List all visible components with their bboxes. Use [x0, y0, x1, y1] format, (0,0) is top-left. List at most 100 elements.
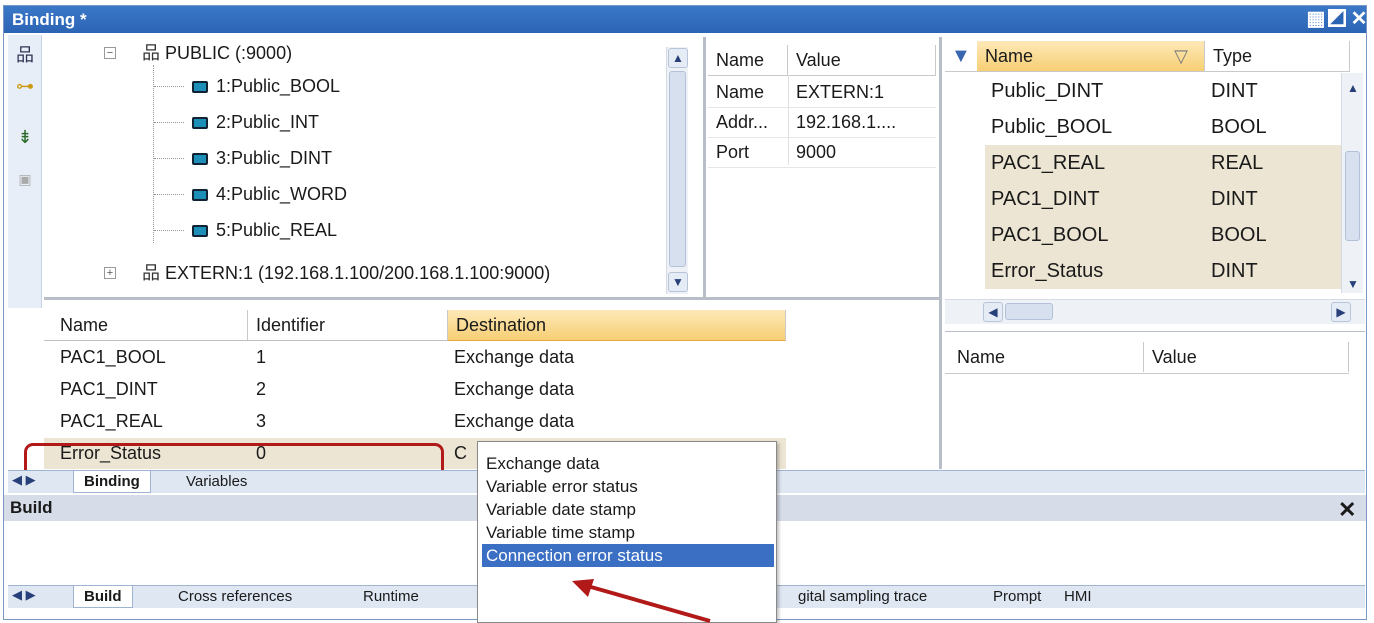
props-cell-name: Port [716, 142, 750, 162]
var-header-type[interactable]: Type [1205, 41, 1350, 71]
tab-prompt[interactable]: Prompt [983, 586, 1051, 608]
props-cell-value[interactable]: EXTERN:1 [788, 77, 936, 107]
scroll-thumb[interactable] [669, 71, 686, 267]
var-type: DINT [1205, 253, 1341, 289]
tab-sampling-trace[interactable]: gital sampling trace [788, 586, 937, 608]
var-name: Public_BOOL [991, 116, 1113, 138]
dropdown-option[interactable]: Variable date stamp [482, 498, 774, 521]
tab-nav-icon[interactable]: ◀ ▶ [12, 587, 36, 603]
scroll-down-icon[interactable]: ▼ [668, 272, 688, 292]
extern-node-label: EXTERN:1 (192.168.1.100/200.168.1.100:90… [165, 263, 551, 283]
row-name: PAC1_BOOL [60, 347, 166, 367]
tree-item[interactable]: 4:Public_WORD [192, 183, 347, 205]
nv-header-value[interactable]: Value [1144, 342, 1349, 372]
props-cell-name: Name [716, 82, 765, 102]
var-scrollbar[interactable]: ▲ ▼ [1341, 73, 1363, 293]
scroll-up-icon[interactable]: ▲ [668, 48, 688, 68]
connect-icon[interactable]: ⊶ [13, 74, 37, 98]
grid-header-name[interactable]: Name [52, 310, 248, 340]
filter-icon[interactable]: ▼ [951, 45, 971, 68]
variable-icon [192, 225, 208, 238]
sort-icon: ▽ [1174, 46, 1188, 66]
var-name: PAC1_REAL [985, 145, 1205, 181]
var-row[interactable]: Public_BOOL BOOL [985, 109, 1341, 145]
var-row[interactable]: Error_Status DINT [985, 253, 1341, 289]
tree-scrollbar[interactable]: ▲ ▼ [666, 47, 688, 294]
tab-hmi[interactable]: HMI [1054, 586, 1102, 608]
row-destination[interactable]: C [454, 438, 467, 469]
var-row[interactable]: PAC1_BOOL BOOL [985, 217, 1341, 253]
build-close-icon[interactable]: ✕ [1338, 497, 1356, 523]
scroll-down-icon[interactable]: ▼ [1343, 275, 1363, 295]
row-name: PAC1_DINT [60, 379, 158, 399]
var-type: BOOL [1205, 217, 1341, 253]
tab-build[interactable]: Build [73, 586, 133, 608]
dropdown-option[interactable]: Connection error status [482, 544, 774, 567]
annotation-arrow [572, 579, 711, 623]
scroll-left-icon[interactable]: ◀ [983, 302, 1003, 322]
tree-item[interactable]: 3:Public_DINT [192, 147, 332, 169]
network-icon: 品 [142, 43, 160, 63]
collapse-icon[interactable]: − [104, 47, 116, 59]
network-icon[interactable]: 品 [13, 43, 37, 67]
scroll-up-icon[interactable]: ▲ [1343, 79, 1363, 99]
tree-item[interactable]: 5:Public_REAL [192, 219, 337, 241]
tab-binding[interactable]: Binding [73, 471, 151, 493]
tab-runtime[interactable]: Runtime [353, 586, 429, 608]
variable-icon [192, 189, 208, 202]
props-header-name[interactable]: Name [708, 45, 788, 75]
var-scroll-thumb[interactable] [1345, 151, 1360, 241]
row-destination[interactable]: Exchange data [454, 406, 574, 437]
var-name: PAC1_BOOL [985, 217, 1205, 253]
window-title: Binding * [4, 6, 1366, 33]
maximize-icon[interactable]: ◢ [1328, 9, 1346, 27]
table-row[interactable]: PAC1_BOOL 1 Exchange data [44, 342, 786, 373]
var-name: Public_DINT [991, 80, 1104, 102]
extern-node[interactable]: 品 EXTERN:1 (192.168.1.100/200.168.1.100:… [142, 262, 550, 284]
var-header-name[interactable]: Name ▽ [977, 41, 1205, 71]
tree-item[interactable]: 1:Public_BOOL [192, 75, 340, 97]
grid-header-identifier[interactable]: Identifier [248, 310, 448, 340]
table-row[interactable]: PAC1_DINT 2 Exchange data [44, 374, 786, 405]
props-cell-value[interactable]: 9000 [788, 137, 936, 167]
hscroll-thumb[interactable] [1005, 303, 1053, 320]
tab-cross-references[interactable]: Cross references [168, 586, 302, 608]
var-type: DINT [1211, 80, 1258, 102]
variables-panel: ▼ Name ▽ Type Public_DINT DINT Public_BOO… [945, 37, 1365, 469]
props-header-value[interactable]: Value [788, 45, 936, 75]
var-hscrollbar[interactable]: ◀ ▶ [945, 299, 1365, 324]
scroll-right-icon[interactable]: ▶ [1331, 302, 1351, 322]
close-icon[interactable]: ✕ [1349, 9, 1369, 29]
tab-nav-icon[interactable]: ◀ ▶ [12, 472, 36, 488]
dropdown-option[interactable]: Variable error status [482, 475, 774, 498]
var-name: Error_Status [985, 253, 1205, 289]
nv-header-name[interactable]: Name [949, 342, 1144, 372]
var-type: DINT [1205, 181, 1341, 217]
dock-icon[interactable]: ▦ [1306, 9, 1326, 29]
props-cell-value[interactable]: 192.168.1.... [788, 107, 936, 137]
props-cell-name: Addr... [716, 112, 769, 132]
row-destination[interactable]: Exchange data [454, 342, 574, 373]
grid-header-destination[interactable]: Destination [448, 310, 786, 341]
insert-variable-icon[interactable]: ⇟ [13, 125, 37, 149]
variable-icon [192, 81, 208, 94]
var-type: REAL [1205, 145, 1341, 181]
variable-icon [192, 117, 208, 130]
disabled-tool-icon: ▣ [18, 171, 32, 187]
table-row[interactable]: PAC1_REAL 3 Exchange data [44, 406, 786, 437]
tree-item-label: 2:Public_INT [216, 112, 320, 132]
row-identifier: 3 [256, 411, 267, 431]
tree-item[interactable]: 2:Public_INT [192, 111, 319, 133]
tree-item-label: 5:Public_REAL [216, 220, 338, 240]
row-destination[interactable]: Exchange data [454, 374, 574, 405]
dropdown-option[interactable]: Variable time stamp [482, 521, 774, 544]
expand-icon[interactable]: + [104, 267, 116, 279]
public-node[interactable]: 品 PUBLIC (:9000) [142, 42, 292, 64]
var-row[interactable]: PAC1_DINT DINT [985, 181, 1341, 217]
dropdown-option[interactable]: Exchange data [482, 452, 774, 475]
var-row[interactable]: Public_DINT DINT [985, 73, 1341, 109]
var-name: PAC1_DINT [985, 181, 1205, 217]
var-row[interactable]: PAC1_REAL REAL [985, 145, 1341, 181]
tab-variables[interactable]: Variables [176, 471, 257, 493]
network-tree: − 品 PUBLIC (:9000) 1:Public_BOOL 2:Public… [44, 35, 701, 297]
